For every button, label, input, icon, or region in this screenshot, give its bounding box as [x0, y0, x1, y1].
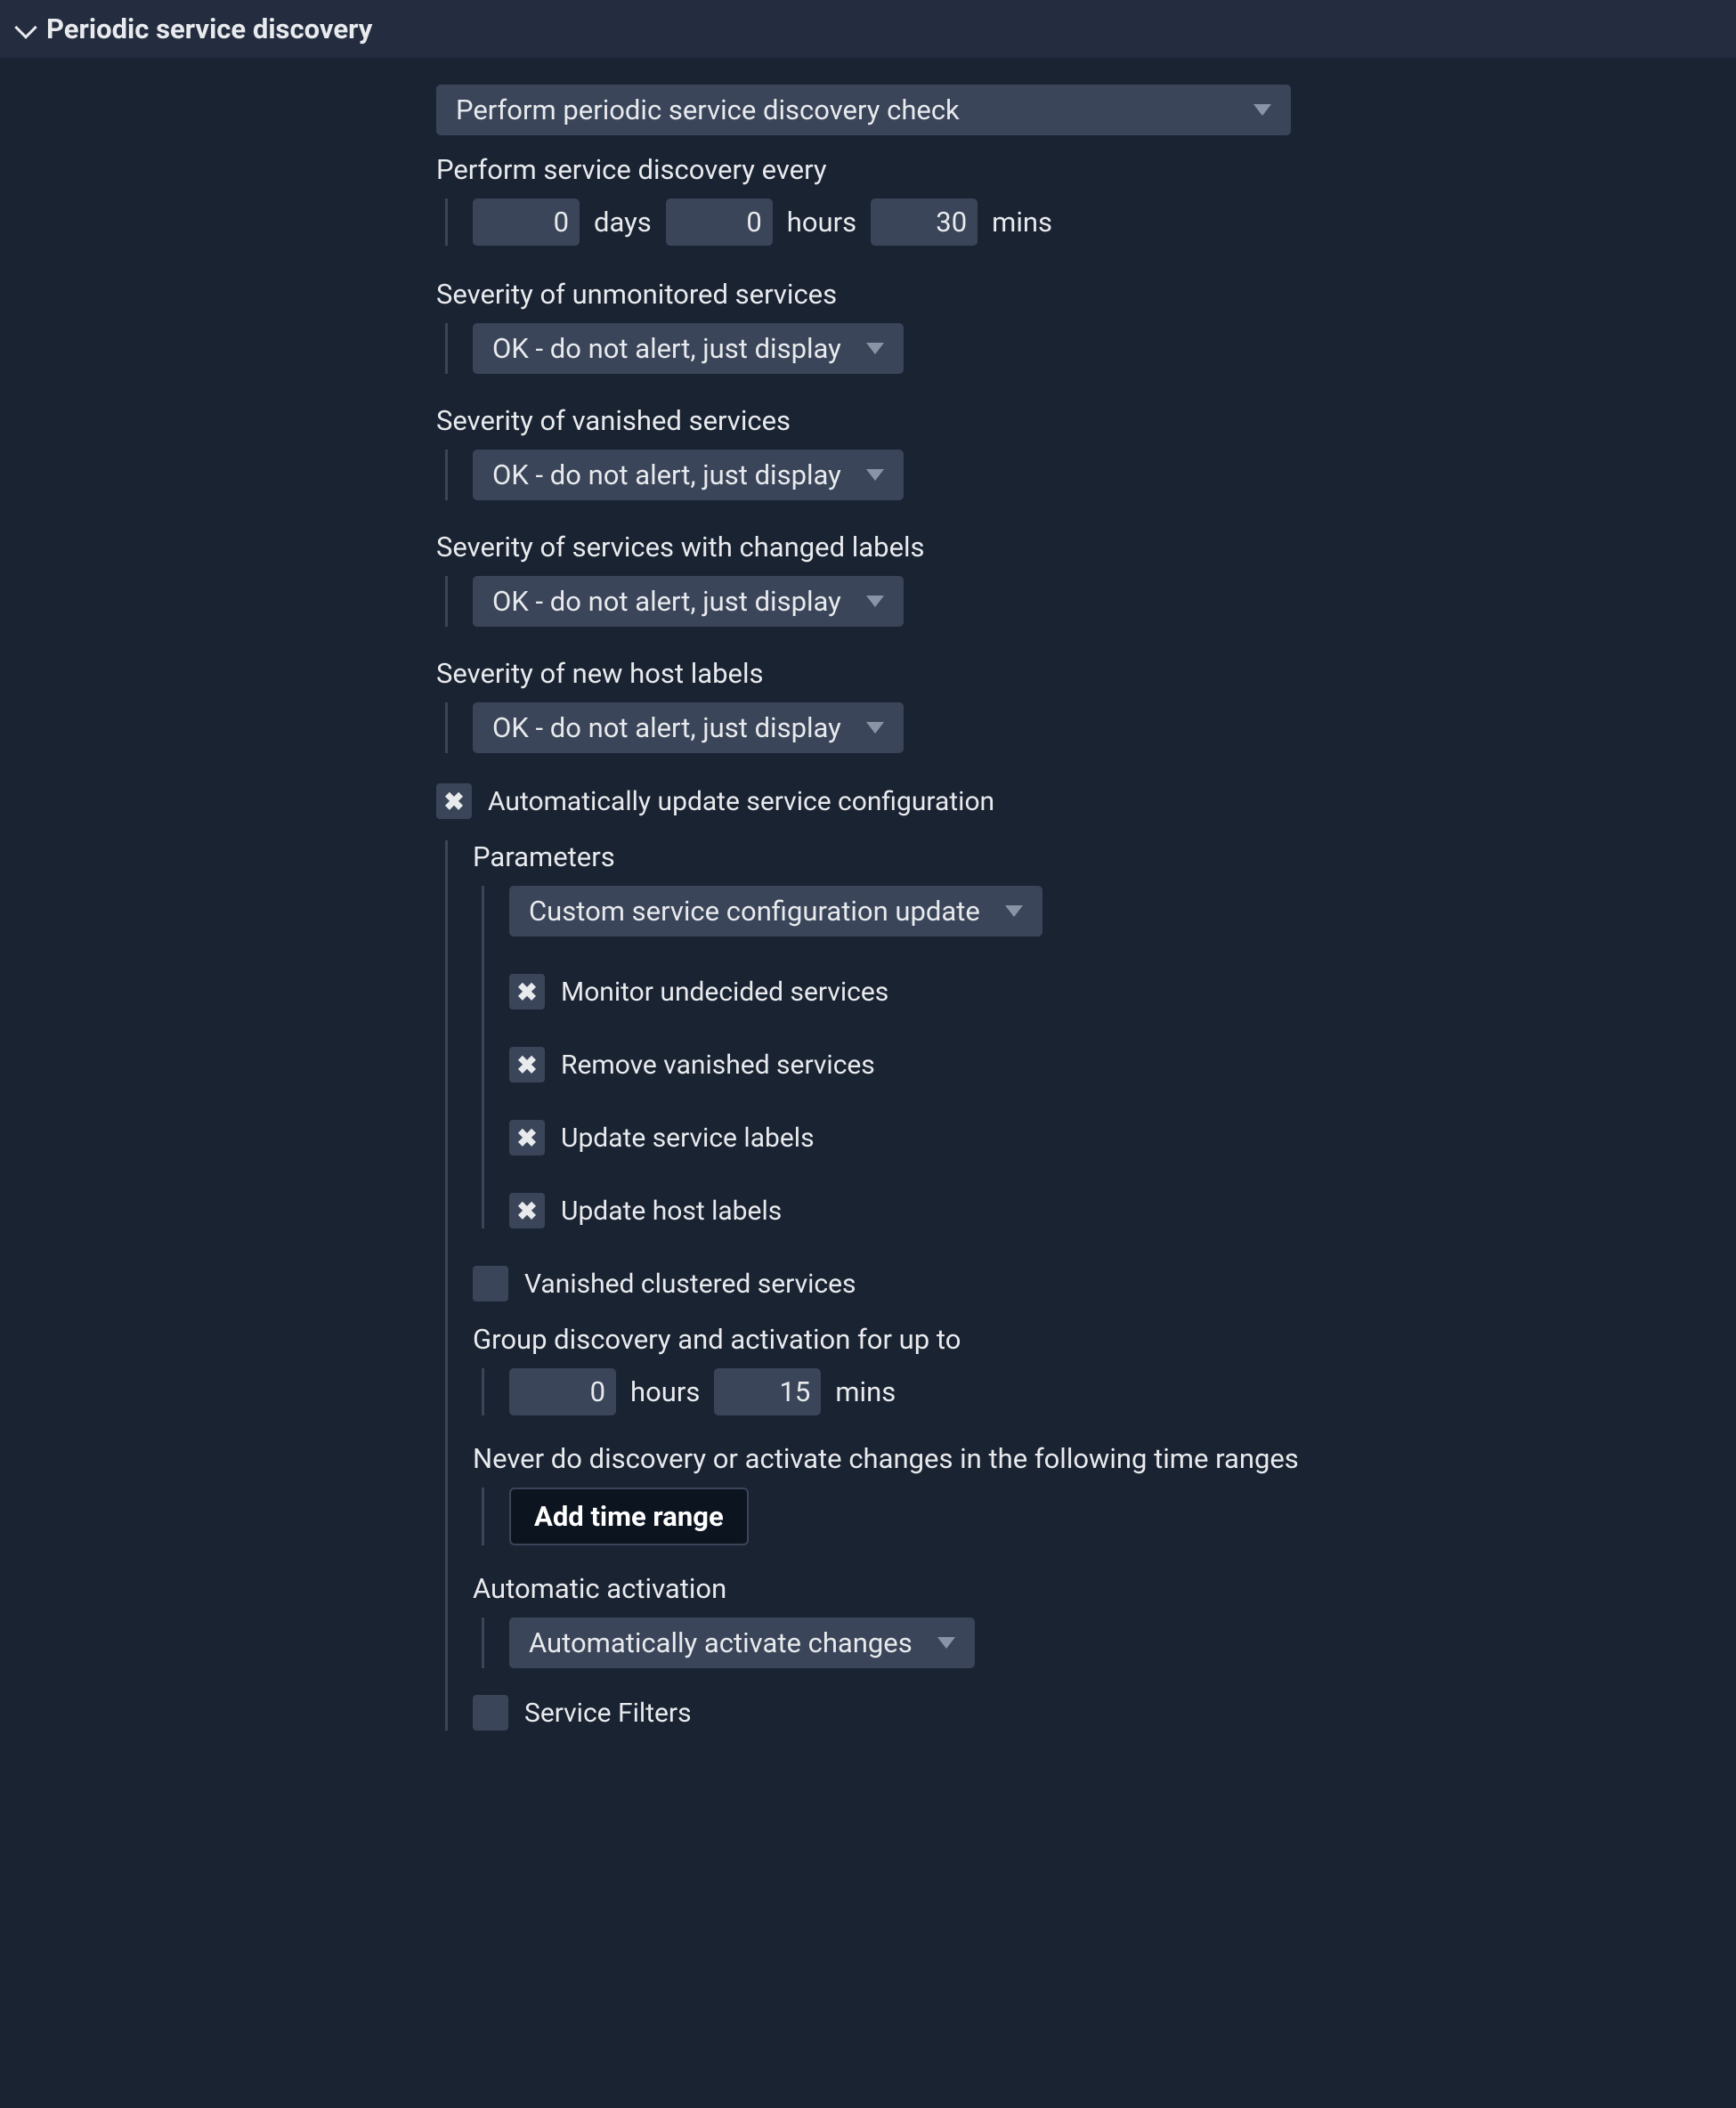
group-hours-unit: hours [630, 1375, 700, 1408]
chevron-down-icon [866, 722, 884, 734]
params-mode-dropdown[interactable]: Custom service configuration update [509, 886, 1042, 936]
parameters-label: Parameters [473, 840, 1736, 873]
chevron-down-icon [866, 596, 884, 607]
interval-mins-input[interactable] [871, 199, 978, 246]
remove-vanished-row: ✖ Remove vanished services [509, 1047, 1736, 1082]
update-service-labels-row: ✖ Update service labels [509, 1120, 1736, 1155]
severity-changed-labels-value: OK - do not alert, just display [492, 585, 841, 618]
chevron-down-icon [14, 16, 37, 38]
severity-new-host-labels-dropdown[interactable]: OK - do not alert, just display [473, 702, 904, 753]
interval-label: Perform service discovery every [436, 153, 1736, 186]
section-content: Perform periodic service discovery check… [0, 58, 1736, 1779]
auto-update-row: ✖ Automatically update service configura… [436, 783, 1736, 819]
section-title: Periodic service discovery [46, 12, 372, 45]
severity-new-host-labels-value: OK - do not alert, just display [492, 711, 841, 744]
severity-unmonitored-label: Severity of unmonitored services [436, 278, 1736, 311]
severity-changed-labels-label: Severity of services with changed labels [436, 531, 1736, 563]
chevron-down-icon [1253, 104, 1271, 116]
params-mode-value: Custom service configuration update [529, 895, 980, 928]
monitor-undecided-label: Monitor undecided services [561, 977, 888, 1008]
service-filters-row: Service Filters [473, 1695, 1736, 1731]
interval-hours-input[interactable] [666, 199, 773, 246]
vanished-clustered-row: Vanished clustered services [473, 1266, 1736, 1301]
auto-activation-dropdown[interactable]: Automatically activate changes [509, 1617, 975, 1668]
severity-changed-labels-dropdown[interactable]: OK - do not alert, just display [473, 576, 904, 627]
update-service-labels-label: Update service labels [561, 1123, 815, 1154]
chevron-down-icon [1005, 905, 1023, 917]
days-unit: days [594, 206, 652, 239]
mins-unit: mins [992, 206, 1052, 239]
group-mins-unit: mins [835, 1375, 896, 1408]
severity-new-host-labels-label: Severity of new host labels [436, 657, 1736, 690]
auto-activation-label: Automatic activation [473, 1572, 1736, 1605]
chevron-down-icon [937, 1637, 955, 1649]
severity-unmonitored-dropdown[interactable]: OK - do not alert, just display [473, 323, 904, 374]
chevron-down-icon [866, 343, 884, 354]
discovery-mode-dropdown[interactable]: Perform periodic service discovery check [436, 85, 1291, 135]
group-mins-input[interactable] [714, 1368, 821, 1415]
never-discovery-label: Never do discovery or activate changes i… [473, 1442, 1736, 1475]
severity-vanished-value: OK - do not alert, just display [492, 458, 841, 491]
auto-update-checkbox[interactable]: ✖ [436, 783, 472, 819]
remove-vanished-label: Remove vanished services [561, 1050, 875, 1081]
vanished-clustered-label: Vanished clustered services [524, 1269, 856, 1300]
group-discovery-label: Group discovery and activation for up to [473, 1323, 1736, 1356]
update-host-labels-label: Update host labels [561, 1196, 782, 1227]
auto-update-label: Automatically update service configurati… [488, 786, 994, 817]
monitor-undecided-checkbox[interactable]: ✖ [509, 974, 545, 1009]
interval-days-input[interactable] [473, 199, 580, 246]
update-host-labels-row: ✖ Update host labels [509, 1193, 1736, 1228]
remove-vanished-checkbox[interactable]: ✖ [509, 1047, 545, 1082]
severity-vanished-label: Severity of vanished services [436, 404, 1736, 437]
severity-unmonitored-value: OK - do not alert, just display [492, 332, 841, 365]
service-filters-checkbox[interactable] [473, 1695, 508, 1731]
section-header[interactable]: Periodic service discovery [0, 0, 1736, 58]
discovery-mode-value: Perform periodic service discovery check [456, 93, 960, 126]
service-filters-label: Service Filters [524, 1698, 692, 1729]
vanished-clustered-checkbox[interactable] [473, 1266, 508, 1301]
group-discovery-row: hours mins [509, 1368, 1736, 1415]
update-service-labels-checkbox[interactable]: ✖ [509, 1120, 545, 1155]
monitor-undecided-row: ✖ Monitor undecided services [509, 974, 1736, 1009]
interval-row: days hours mins [473, 199, 1736, 246]
auto-activation-value: Automatically activate changes [529, 1626, 913, 1659]
group-hours-input[interactable] [509, 1368, 616, 1415]
add-time-range-button[interactable]: Add time range [509, 1488, 749, 1545]
update-host-labels-checkbox[interactable]: ✖ [509, 1193, 545, 1228]
hours-unit: hours [787, 206, 856, 239]
chevron-down-icon [866, 469, 884, 481]
severity-vanished-dropdown[interactable]: OK - do not alert, just display [473, 450, 904, 500]
